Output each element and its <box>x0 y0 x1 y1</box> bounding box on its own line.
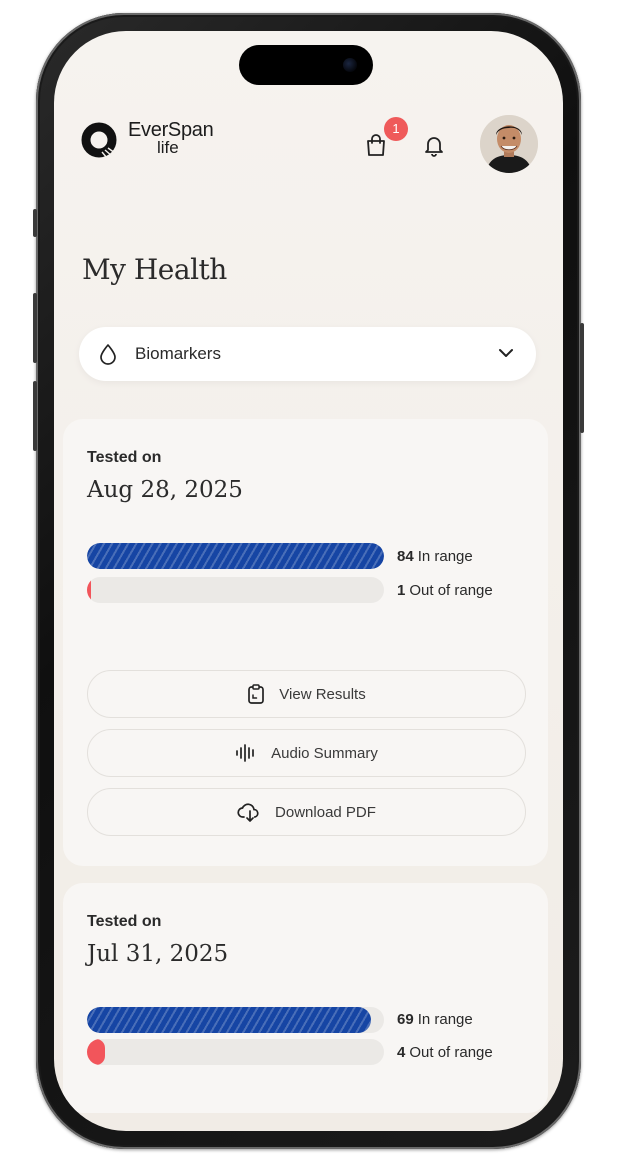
out-of-range-summary: 4 Out of range <box>397 1044 493 1061</box>
shopping-bag-icon[interactable] <box>365 133 387 157</box>
in-range-count: 69 <box>397 1011 414 1028</box>
out-of-range-bar <box>87 577 384 603</box>
out-of-range-bar-fill <box>87 577 91 603</box>
audio-wave-icon <box>236 744 254 762</box>
audio-summary-button[interactable]: Audio Summary <box>87 729 526 777</box>
result-card: Tested on Aug 28, 2025 84 In range 1 Out o… <box>63 419 548 866</box>
in-range-summary: 84 In range <box>397 548 473 565</box>
in-range-summary: 69 In range <box>397 1011 473 1028</box>
category-dropdown[interactable]: Biomarkers <box>79 327 536 381</box>
avatar[interactable] <box>480 115 538 173</box>
dropdown-selected-value: Biomarkers <box>135 344 221 363</box>
volume-down-button <box>33 381 37 451</box>
tested-on-label: Tested on <box>87 449 162 466</box>
brand-line2: life <box>157 138 179 157</box>
in-range-count: 84 <box>397 548 414 565</box>
out-of-range-count: 4 <box>397 1044 406 1061</box>
in-range-label: In range <box>417 1011 473 1028</box>
audio-summary-label: Audio Summary <box>271 744 378 762</box>
out-of-range-summary: 1 Out of range <box>397 582 493 599</box>
download-pdf-button[interactable]: Download PDF <box>87 788 526 836</box>
page-title: My Health <box>82 253 227 286</box>
in-range-bar-fill <box>87 543 384 569</box>
mute-switch <box>33 209 37 237</box>
view-results-label: View Results <box>279 685 366 703</box>
chevron-down-icon <box>499 349 513 357</box>
brand-name[interactable]: EverSpan life <box>128 119 238 159</box>
dynamic-island <box>239 45 373 85</box>
in-range-label: In range <box>417 548 473 565</box>
in-range-bar <box>87 543 384 569</box>
test-date: Aug 28, 2025 <box>87 477 243 503</box>
view-results-button[interactable]: View Results <box>87 670 526 718</box>
camera-icon <box>343 58 357 72</box>
bell-icon[interactable] <box>423 133 445 157</box>
test-date: Jul 31, 2025 <box>87 941 229 967</box>
in-range-bar <box>87 1007 384 1033</box>
out-of-range-label: Out of range <box>409 1044 493 1061</box>
tested-on-label: Tested on <box>87 913 162 930</box>
logo-icon[interactable] <box>80 121 118 159</box>
out-of-range-label: Out of range <box>409 582 493 599</box>
cloud-download-icon <box>237 803 259 822</box>
volume-up-button <box>33 293 37 363</box>
clipboard-icon <box>248 684 265 704</box>
water-drop-icon <box>100 344 116 365</box>
out-of-range-bar <box>87 1039 384 1065</box>
out-of-range-count: 1 <box>397 582 406 599</box>
profile-photo <box>480 115 538 173</box>
phone-frame: EverSpan life 1 My Health Biomarkers Tes… <box>33 13 584 1149</box>
cart-badge: 1 <box>384 117 408 141</box>
download-pdf-label: Download PDF <box>275 803 376 821</box>
result-card: Tested on Jul 31, 2025 69 In range 4 Out o… <box>63 883 548 1113</box>
app-screen: EverSpan life 1 My Health Biomarkers Tes… <box>54 31 563 1131</box>
out-of-range-bar-fill <box>87 1039 105 1065</box>
in-range-bar-fill <box>87 1007 371 1033</box>
power-button <box>580 323 584 433</box>
